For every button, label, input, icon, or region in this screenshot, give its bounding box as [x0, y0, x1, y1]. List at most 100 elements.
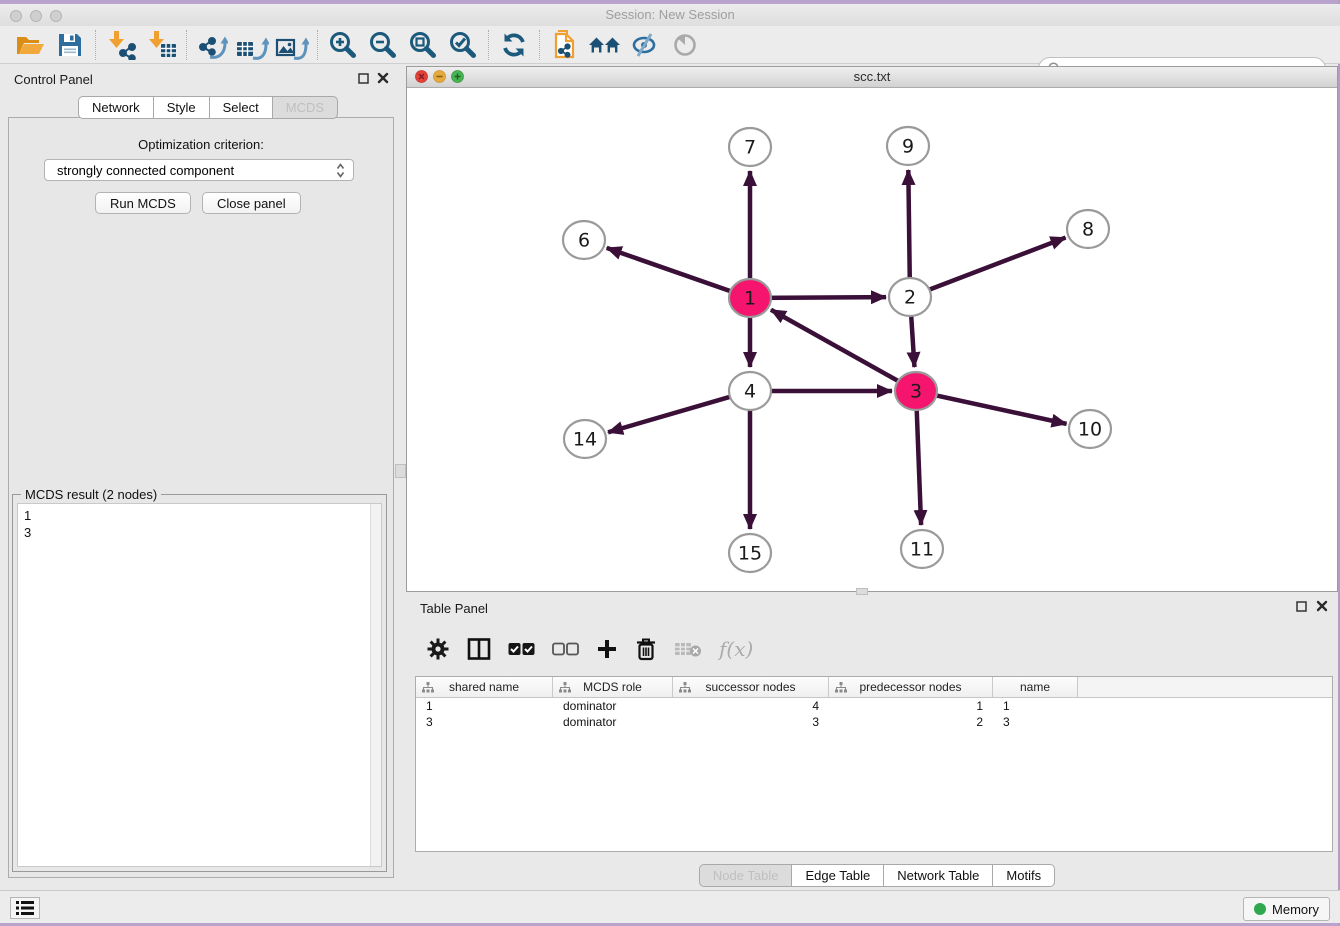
network-window: scc.txt 7 9 6 8 1 2 4 3 14 10 15 11	[406, 66, 1338, 592]
graph-edge-3-10[interactable]	[922, 392, 1067, 424]
minimize-window-icon[interactable]	[30, 10, 42, 22]
table-tabs: Node Table Edge Table Network Table Moti…	[0, 864, 1340, 887]
zoom-in-icon[interactable]	[323, 28, 363, 62]
export-table-icon[interactable]	[232, 28, 272, 62]
table-row[interactable]: 3dominator323	[416, 714, 1332, 730]
deselect-all-icon[interactable]	[552, 642, 579, 656]
table-header-row: shared name MCDS role successor nodes pr…	[416, 677, 1332, 698]
tab-mcds[interactable]: MCDS	[272, 96, 338, 119]
close-window-icon[interactable]	[10, 10, 22, 22]
panel-divider-handle-horizontal[interactable]	[856, 588, 868, 595]
table-row[interactable]: 1dominator411	[416, 698, 1332, 714]
export-image-icon[interactable]	[272, 28, 312, 62]
network-window-title: scc.txt	[407, 67, 1337, 87]
tab-select[interactable]: Select	[209, 96, 273, 119]
float-table-panel-icon[interactable]	[1296, 599, 1307, 617]
settings-gear-icon[interactable]	[426, 637, 450, 661]
tab-network[interactable]: Network	[78, 96, 154, 119]
zoom-fit-icon[interactable]	[403, 28, 443, 62]
zoom-network-icon[interactable]	[451, 70, 464, 83]
graph-edge-4-14[interactable]	[608, 393, 744, 433]
svg-text:14: 14	[573, 429, 597, 451]
mcds-result-items: 1 3	[24, 507, 31, 541]
run-mcds-button[interactable]: Run MCDS	[95, 192, 191, 214]
hierarchy-icon	[679, 682, 691, 696]
graph-node-2[interactable]: 2	[889, 278, 931, 316]
column-header-successor-nodes[interactable]: successor nodes	[673, 677, 829, 697]
svg-text:4: 4	[744, 381, 756, 403]
graph-edge-2-9[interactable]	[908, 170, 910, 291]
graph-node-4[interactable]: 4	[729, 372, 771, 410]
toolbar-separator	[186, 30, 187, 60]
tab-edge-table[interactable]: Edge Table	[791, 864, 884, 887]
mcds-result-title: MCDS result (2 nodes)	[21, 487, 161, 502]
tab-network-table[interactable]: Network Table	[883, 864, 993, 887]
graph-edge-1-2[interactable]	[756, 297, 886, 298]
window-controls[interactable]	[10, 9, 70, 27]
network-graph[interactable]: 7 9 6 8 1 2 4 3 14 10 15 11	[407, 88, 1337, 591]
tab-node-table[interactable]: Node Table	[699, 864, 793, 887]
graph-node-8[interactable]: 8	[1067, 210, 1109, 248]
open-session-icon[interactable]	[10, 28, 50, 62]
close-panel-icon[interactable]	[377, 71, 389, 89]
save-session-icon[interactable]	[50, 28, 90, 62]
hierarchy-icon	[422, 682, 434, 696]
eye-disabled-icon[interactable]	[665, 28, 705, 62]
result-scrollbar[interactable]	[370, 504, 381, 866]
add-column-icon[interactable]	[596, 638, 618, 660]
delete-column-icon[interactable]	[635, 637, 657, 661]
eye-edit-icon[interactable]	[625, 28, 665, 62]
criterion-select[interactable]: strongly connected component	[44, 159, 354, 181]
close-table-panel-icon[interactable]	[1316, 599, 1328, 617]
column-layout-icon[interactable]	[467, 637, 491, 661]
zoom-selected-icon[interactable]	[443, 28, 483, 62]
close-panel-button[interactable]: Close panel	[202, 192, 301, 214]
graph-node-11[interactable]: 11	[901, 530, 943, 568]
graph-node-10[interactable]: 10	[1069, 410, 1111, 448]
graph-node-3[interactable]: 3	[895, 372, 937, 410]
float-panel-icon[interactable]	[358, 71, 369, 89]
column-header-mcds-role[interactable]: MCDS role	[553, 677, 673, 697]
column-header-shared-name[interactable]: shared name	[416, 677, 553, 697]
status-bar: Memory	[0, 890, 1340, 923]
network-window-titlebar[interactable]: scc.txt	[407, 67, 1337, 88]
memory-button[interactable]: Memory	[1243, 897, 1330, 921]
graph-edge-2-8[interactable]	[916, 238, 1066, 295]
list-icon	[15, 899, 35, 917]
home-icon[interactable]	[585, 28, 625, 62]
column-header-filler	[1078, 677, 1332, 697]
svg-text:11: 11	[910, 539, 934, 561]
graph-node-1[interactable]: 1	[729, 279, 771, 317]
export-network-icon[interactable]	[192, 28, 232, 62]
duplicate-network-icon[interactable]	[545, 28, 585, 62]
graph-node-6[interactable]: 6	[563, 221, 605, 259]
graph-node-7[interactable]: 7	[729, 128, 771, 166]
graph-node-14[interactable]: 14	[564, 420, 606, 458]
zoom-window-icon[interactable]	[50, 10, 62, 22]
task-history-button[interactable]	[10, 897, 40, 919]
hierarchy-icon	[559, 682, 571, 696]
panel-divider-handle[interactable]	[395, 464, 406, 478]
mcds-result-list[interactable]: 1 3	[17, 503, 382, 867]
import-table-icon[interactable]	[141, 28, 181, 62]
column-header-predecessor-nodes[interactable]: predecessor nodes	[829, 677, 993, 697]
column-header-name[interactable]: name	[993, 677, 1078, 697]
minimize-network-icon[interactable]	[433, 70, 446, 83]
graph-node-9[interactable]: 9	[887, 127, 929, 165]
tab-motifs[interactable]: Motifs	[992, 864, 1055, 887]
network-window-controls[interactable]	[415, 70, 464, 83]
toolbar-separator	[317, 30, 318, 60]
zoom-out-icon[interactable]	[363, 28, 403, 62]
table-cell: 4	[673, 699, 829, 713]
graph-edge-3-11[interactable]	[916, 397, 921, 525]
network-canvas[interactable]: 7 9 6 8 1 2 4 3 14 10 15 11	[407, 88, 1337, 591]
graph-edge-1-6[interactable]	[607, 248, 745, 296]
graph-edge-3-1[interactable]	[771, 310, 911, 388]
import-network-icon[interactable]	[101, 28, 141, 62]
tab-style[interactable]: Style	[153, 96, 210, 119]
select-all-icon[interactable]	[508, 642, 535, 656]
graph-node-15[interactable]: 15	[729, 534, 771, 572]
close-network-icon[interactable]	[415, 70, 428, 83]
table-cell: 1	[829, 699, 993, 713]
refresh-icon[interactable]	[494, 28, 534, 62]
